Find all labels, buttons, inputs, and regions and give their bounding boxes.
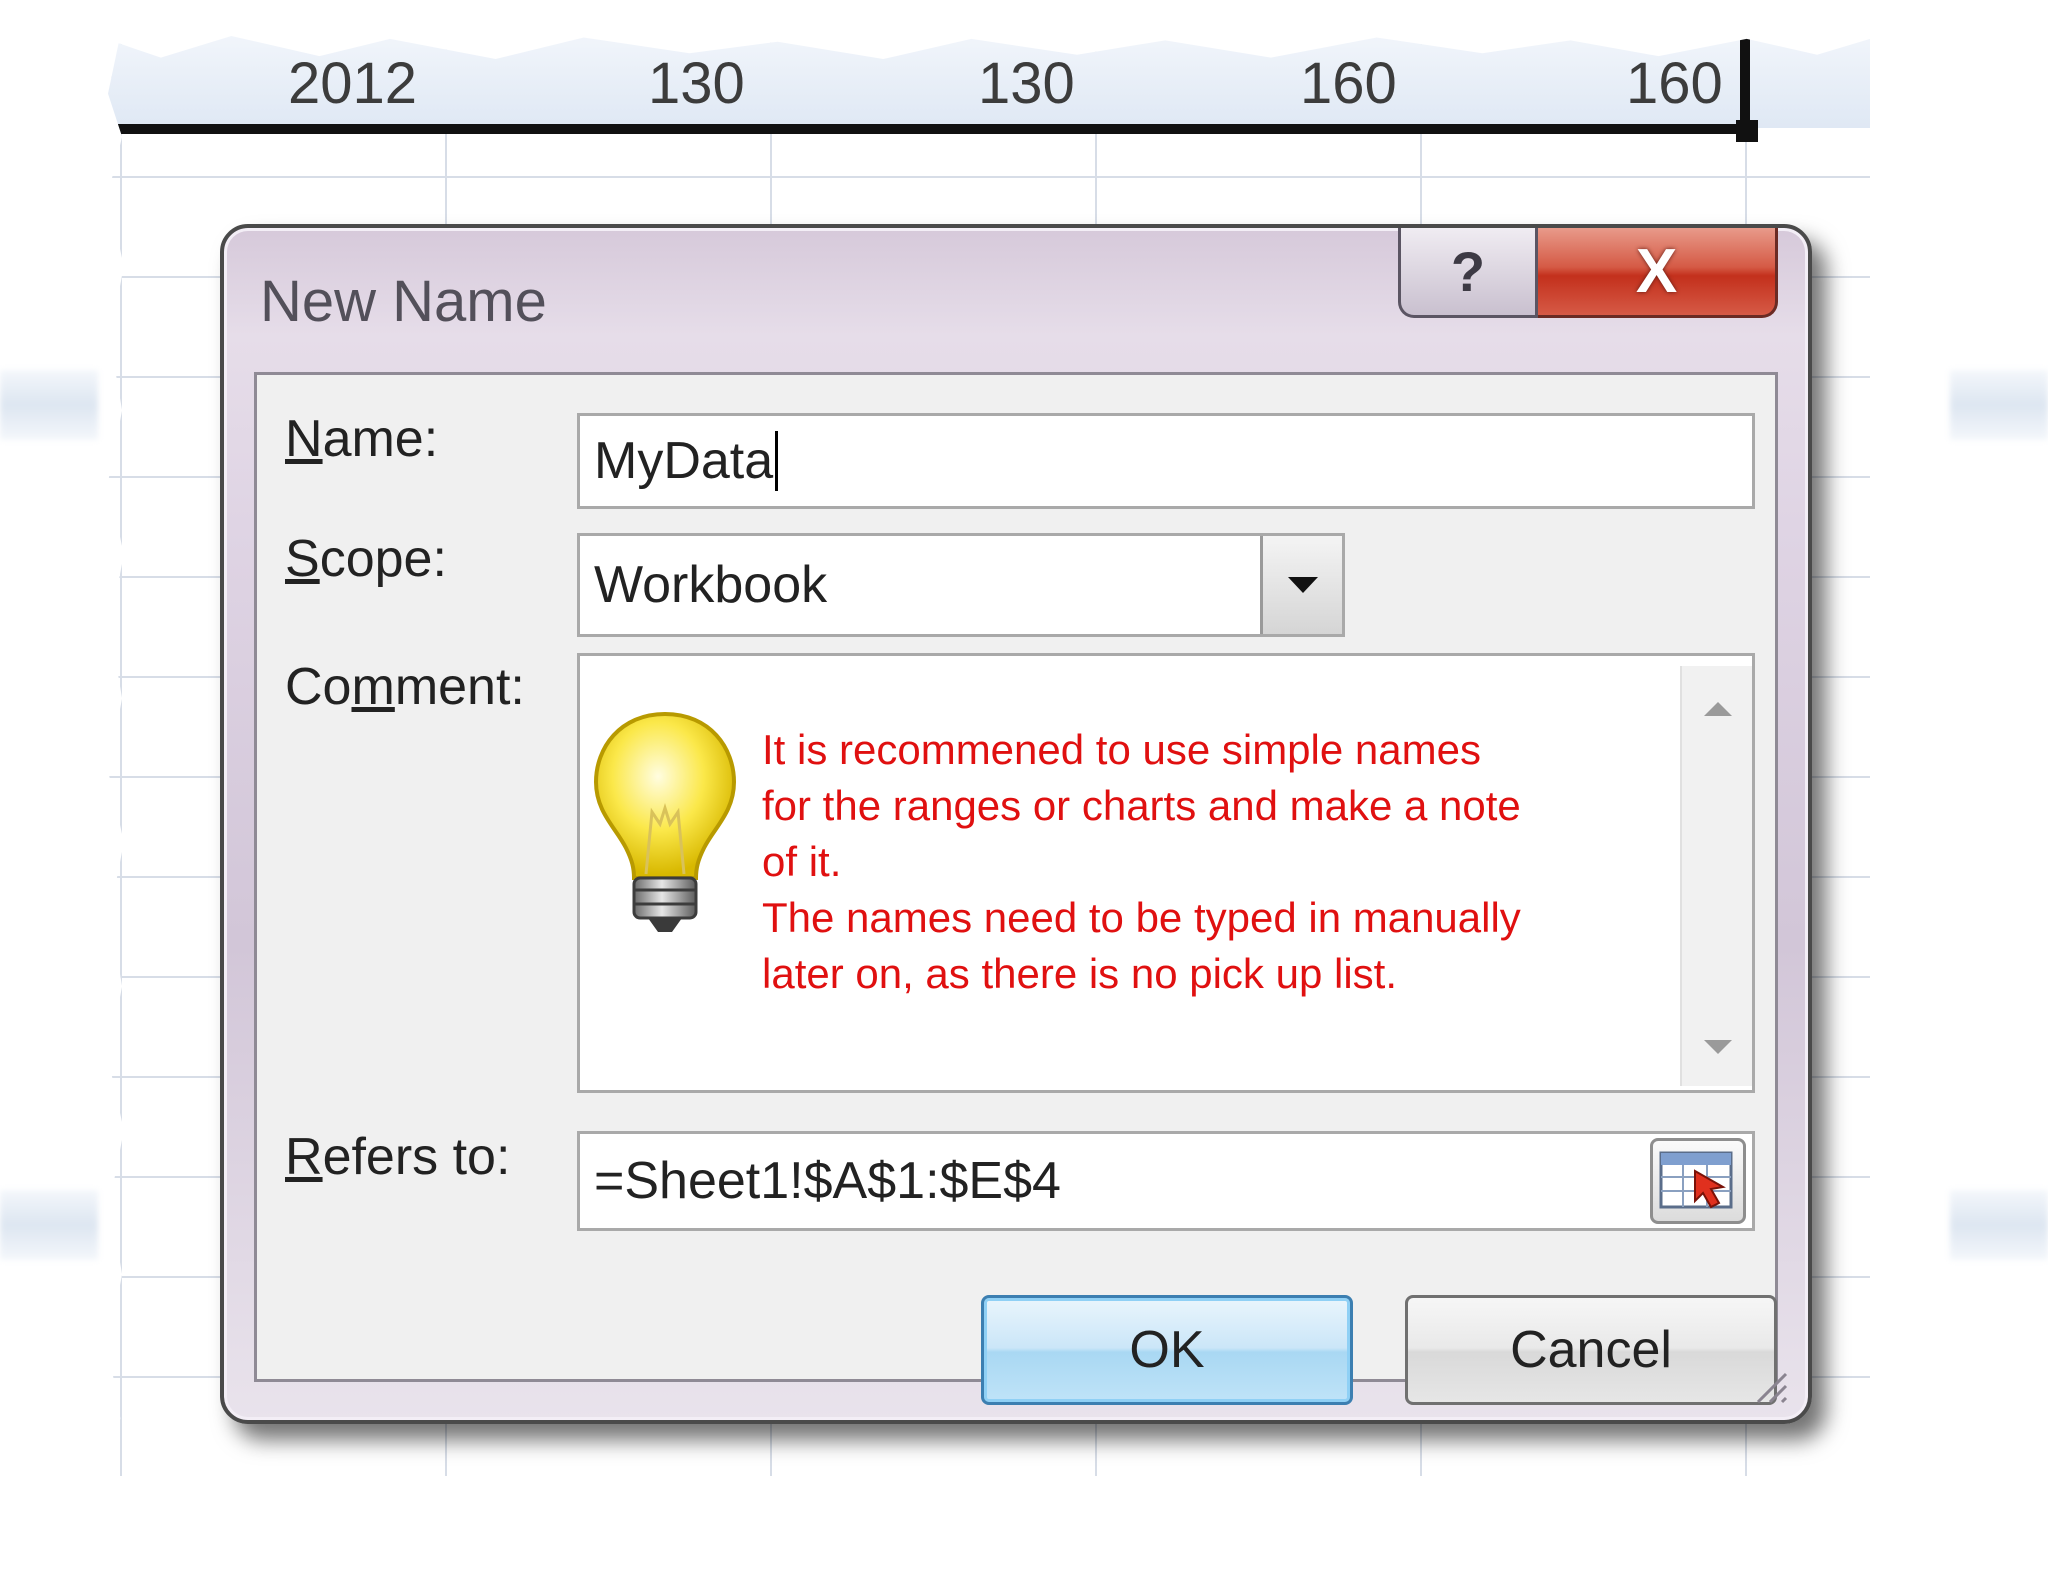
close-button[interactable]: X (1538, 228, 1778, 318)
comment-label-text: ment: (394, 658, 525, 716)
ok-button[interactable]: OK (981, 1295, 1353, 1405)
new-name-dialog: New Name ? X Name: MyData Scope: Workboo… (220, 224, 1812, 1424)
refers-to-input[interactable]: =Sheet1!$A$1:$E$4 (577, 1131, 1755, 1231)
comment-label-pre: Co (285, 658, 352, 716)
scope-dropdown-button[interactable] (1260, 536, 1342, 634)
name-label: Name: (285, 409, 438, 469)
text-caret (775, 431, 779, 491)
help-button[interactable]: ? (1398, 228, 1538, 318)
comment-text: It is recommened to use simple names for… (762, 722, 1662, 1002)
range-select-button[interactable] (1650, 1138, 1746, 1224)
screenshot-stage: 2012 130 130 160 160 New Name ? X Name: … (0, 0, 2048, 1582)
comment-label-accelerator: m (351, 658, 395, 716)
range-select-icon (1659, 1151, 1733, 1209)
refers-to-label-accelerator: R (285, 1128, 323, 1186)
scope-label: Scope: (285, 529, 447, 589)
refers-to-label-text: efers to: (322, 1128, 511, 1186)
comment-label: Comment: (285, 657, 525, 717)
comment-line: later on, as there is no pick up list. (762, 950, 1397, 997)
scope-select[interactable]: Workbook (577, 533, 1345, 637)
cell-value[interactable]: 130 (648, 50, 745, 117)
cell-value[interactable]: 2012 (288, 50, 417, 117)
cell-value[interactable]: 160 (1626, 50, 1723, 117)
name-label-text: ame: (322, 410, 439, 468)
dropdown-arrow-icon (1287, 577, 1318, 593)
resize-grip-icon[interactable] (1750, 1366, 1790, 1406)
background-bar-left-bottom (0, 1190, 98, 1260)
comment-line: It is recommened to use simple names (762, 726, 1481, 773)
refers-to-value: =Sheet1!$A$1:$E$4 (594, 1152, 1061, 1210)
background-bar-right-bottom (1950, 1190, 2048, 1260)
scope-select-value: Workbook (594, 556, 828, 614)
dialog-title: New Name (260, 269, 547, 334)
background-bar-left-top (0, 370, 98, 440)
selection-border (118, 124, 1750, 134)
scope-label-accelerator: S (285, 530, 320, 588)
fill-handle[interactable] (1736, 120, 1758, 142)
background-bar-right-top (1950, 370, 2048, 440)
scroll-up-icon[interactable] (1704, 702, 1732, 716)
title-bar-buttons: ? X (1398, 228, 1778, 320)
comment-line: The names need to be typed in manually (762, 894, 1521, 941)
name-label-accelerator: N (285, 410, 323, 468)
cell-value[interactable]: 130 (978, 50, 1075, 117)
comment-textarea[interactable]: It is recommened to use simple names for… (577, 653, 1755, 1093)
selection-border-right (1740, 36, 1750, 132)
name-input[interactable]: MyData (577, 413, 1755, 509)
comment-line: of it. (762, 838, 842, 885)
spreadsheet-row: 2012 130 130 160 160 (108, 36, 1870, 128)
cell-value[interactable]: 160 (1300, 50, 1397, 117)
lightbulb-icon (593, 711, 737, 932)
comment-scrollbar[interactable] (1680, 666, 1752, 1086)
refers-to-label: Refers to: (285, 1127, 510, 1187)
dialog-body: Name: MyData Scope: Workbook Comment: It… (254, 372, 1778, 1405)
close-icon: X (1635, 237, 1678, 306)
comment-line: for the ranges or charts and make a note (762, 782, 1521, 829)
help-icon: ? (1450, 240, 1486, 303)
scroll-down-icon[interactable] (1704, 1040, 1732, 1054)
name-input-value: MyData (594, 432, 774, 490)
scope-label-text: cope: (319, 530, 447, 588)
cancel-button[interactable]: Cancel (1405, 1295, 1777, 1405)
